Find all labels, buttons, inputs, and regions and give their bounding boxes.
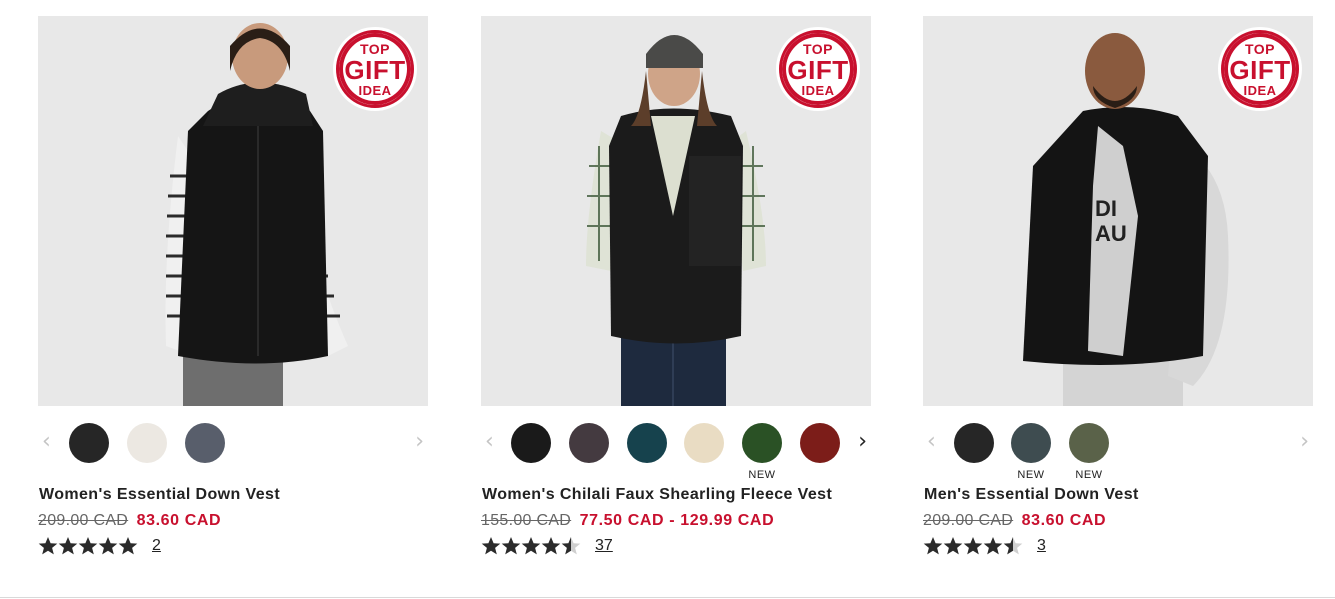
chevron-right-icon[interactable]: › <box>858 431 867 453</box>
new-label: NEW <box>748 469 776 481</box>
product-price: 209.00 CAD 83.60 CAD <box>38 512 221 530</box>
badge-idea-text: IDEA <box>358 82 392 98</box>
sale-price: 83.60 CAD <box>136 512 222 529</box>
star-icon <box>963 537 983 555</box>
color-swatch[interactable] <box>742 423 782 463</box>
top-gift-idea-badge: TOP GIFT IDEA <box>1221 30 1299 108</box>
color-swatch[interactable] <box>1011 423 1051 463</box>
product-price: 209.00 CAD 83.60 CAD <box>923 512 1106 530</box>
color-swatch[interactable] <box>1069 423 1109 463</box>
star-rating <box>923 536 1023 556</box>
chevron-right-icon[interactable]: › <box>415 431 424 453</box>
badge-gift-text: GIFT <box>344 54 406 85</box>
review-count-link[interactable]: 2 <box>152 537 161 555</box>
color-swatch[interactable] <box>511 423 551 463</box>
new-label: NEW <box>1075 469 1103 481</box>
stars-svg <box>923 537 1023 555</box>
color-swatch[interactable] <box>800 423 840 463</box>
star-icon <box>943 537 963 555</box>
section-divider <box>0 597 1335 598</box>
product-name[interactable]: Men's Essential Down Vest <box>924 486 1139 504</box>
svg-text:AU: AU <box>1095 221 1127 246</box>
new-label: NEW <box>1017 469 1045 481</box>
rating: 2 <box>38 535 161 557</box>
review-count-link[interactable]: 37 <box>595 537 613 555</box>
badge-idea-text: IDEA <box>1243 82 1277 98</box>
color-swatch-carousel: ‹ › <box>38 406 428 478</box>
product-name[interactable]: Women's Chilali Faux Shearling Fleece Ve… <box>482 486 832 504</box>
star-icon <box>541 537 561 555</box>
product-card[interactable]: TOP GIFT IDEA ‹ › Women's Essential Down… <box>38 16 428 555</box>
star-icon <box>983 537 1003 555</box>
color-swatch-carousel: ‹ NEW › <box>481 406 871 481</box>
badge-gift-text: GIFT <box>1229 54 1291 85</box>
svg-text:DI: DI <box>1095 196 1117 221</box>
original-price: 209.00 CAD <box>38 512 129 529</box>
product-image[interactable]: TOP GIFT IDEA <box>38 16 428 406</box>
star-rating <box>38 536 138 556</box>
color-swatch[interactable] <box>684 423 724 463</box>
top-gift-idea-badge: TOP GIFT IDEA <box>779 30 857 108</box>
star-icon <box>501 537 521 555</box>
sale-price: 77.50 CAD - 129.99 CAD <box>579 512 775 529</box>
product-card[interactable]: DI AU TOP GIFT IDEA ‹ NEW NEW › Men's Es… <box>923 16 1313 555</box>
chevron-right-icon[interactable]: › <box>1300 431 1309 453</box>
product-name[interactable]: Women's Essential Down Vest <box>39 486 280 504</box>
sale-price: 83.60 CAD <box>1021 512 1107 529</box>
star-icon <box>118 537 138 555</box>
star-icon <box>481 537 501 555</box>
star-icon <box>98 537 118 555</box>
star-icon <box>923 537 943 555</box>
original-price: 209.00 CAD <box>923 512 1014 529</box>
badge-gift-text: GIFT <box>787 54 849 85</box>
review-count-link[interactable]: 3 <box>1037 537 1046 555</box>
color-swatch-carousel: ‹ NEW NEW › <box>923 406 1313 481</box>
chevron-left-icon[interactable]: ‹ <box>485 431 494 453</box>
product-image[interactable]: DI AU TOP GIFT IDEA <box>923 16 1313 406</box>
color-swatch[interactable] <box>69 423 109 463</box>
star-icon <box>58 537 78 555</box>
color-swatch[interactable] <box>127 423 167 463</box>
rating: 3 <box>923 535 1046 557</box>
stars-svg <box>481 537 581 555</box>
product-card[interactable]: TOP GIFT IDEA ‹ NEW › Women's Chilali Fa… <box>481 16 871 555</box>
chevron-left-icon[interactable]: ‹ <box>927 431 936 453</box>
color-swatch[interactable] <box>627 423 667 463</box>
star-icon <box>78 537 98 555</box>
top-gift-idea-badge: TOP GIFT IDEA <box>336 30 414 108</box>
star-rating <box>481 536 581 556</box>
original-price: 155.00 CAD <box>481 512 572 529</box>
star-icon <box>1003 537 1023 555</box>
badge-top-text: TOP <box>359 40 391 57</box>
color-swatch[interactable] <box>185 423 225 463</box>
badge-top-text: TOP <box>1244 40 1276 57</box>
rating: 37 <box>481 535 613 557</box>
star-icon <box>561 537 581 555</box>
star-icon <box>38 537 58 555</box>
product-price: 155.00 CAD 77.50 CAD - 129.99 CAD <box>481 512 774 530</box>
color-swatch[interactable] <box>569 423 609 463</box>
product-image[interactable]: TOP GIFT IDEA <box>481 16 871 406</box>
stars-svg <box>38 537 138 555</box>
chevron-left-icon[interactable]: ‹ <box>42 431 51 453</box>
star-icon <box>521 537 541 555</box>
badge-idea-text: IDEA <box>801 82 835 98</box>
badge-top-text: TOP <box>802 40 834 57</box>
color-swatch[interactable] <box>954 423 994 463</box>
